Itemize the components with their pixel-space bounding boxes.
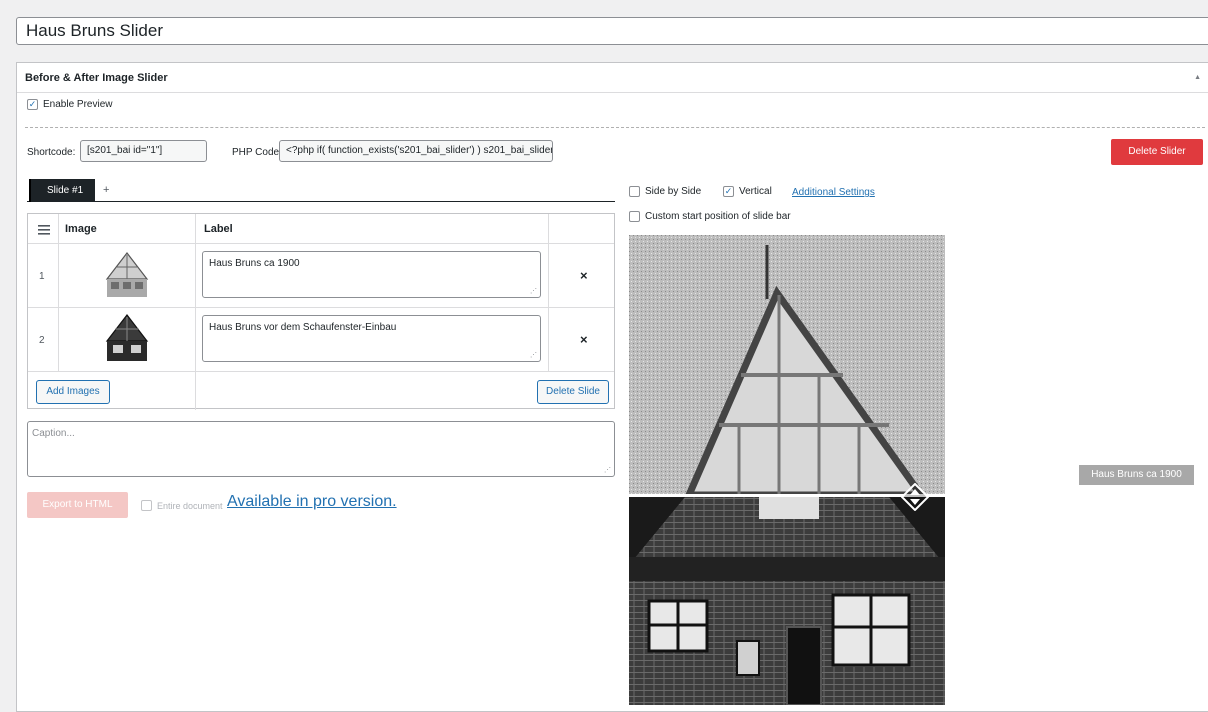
- custom-start-label: Custom start position of slide bar: [645, 211, 791, 222]
- enable-preview-label: Enable Preview: [43, 99, 113, 110]
- column-divider: [548, 214, 549, 371]
- custom-start-checkbox[interactable]: [629, 211, 640, 222]
- panel-title: Before & After Image Slider: [25, 72, 168, 84]
- resize-handle-icon[interactable]: ⋰: [530, 287, 537, 295]
- delete-slider-button[interactable]: Delete Slider: [1111, 139, 1203, 165]
- entire-document-option[interactable]: Entire document: [141, 500, 223, 511]
- column-header-label: Label: [204, 223, 233, 235]
- additional-settings-link[interactable]: Additional Settings: [792, 187, 875, 198]
- side-by-side-option[interactable]: Side by Side: [629, 186, 701, 197]
- enable-preview-row[interactable]: ✓ Enable Preview: [27, 99, 112, 110]
- panel-header[interactable]: Before & After Image Slider ▲: [17, 63, 1208, 93]
- vertical-checkbox[interactable]: ✓: [723, 186, 734, 197]
- slide-label-input-2[interactable]: Haus Bruns vor dem Schaufenster-Einbau ⋰: [202, 315, 541, 362]
- triangle-up-icon[interactable]: ▲: [1194, 63, 1201, 93]
- delete-slide-button[interactable]: Delete Slide: [537, 380, 609, 404]
- row-divider: [28, 243, 614, 244]
- slide-thumbnail-2[interactable]: [103, 313, 151, 361]
- hamburger-menu-icon: [38, 222, 50, 240]
- resize-handle-icon[interactable]: ⋰: [530, 351, 537, 359]
- row-divider: [28, 371, 614, 372]
- entire-document-label: Entire document: [157, 500, 223, 511]
- caption-placeholder: Caption...: [32, 428, 75, 439]
- slider-title-input[interactable]: Haus Bruns Slider: [16, 17, 1208, 45]
- row-number: 2: [39, 335, 45, 346]
- slides-table: Image Label 1 Haus Bruns ca 1900 ⋰ × 2 H…: [27, 213, 615, 410]
- column-divider: [58, 214, 59, 371]
- custom-start-option[interactable]: Custom start position of slide bar: [629, 211, 791, 222]
- slide-thumbnail-1[interactable]: [103, 249, 151, 297]
- caption-input[interactable]: Caption... ⋰: [27, 421, 615, 477]
- tab-slide-1[interactable]: Slide #1: [29, 179, 95, 202]
- php-code-field[interactable]: <?php if( function_exists('s201_bai_slid…: [279, 140, 553, 162]
- shortcode-field[interactable]: [s201_bai id="1"]: [80, 140, 207, 162]
- preview-slide-label: Haus Bruns ca 1900: [1079, 465, 1194, 485]
- side-by-side-checkbox[interactable]: [629, 186, 640, 197]
- dashed-divider: [25, 127, 1205, 128]
- entire-document-checkbox[interactable]: [141, 500, 152, 511]
- pro-version-link[interactable]: Available in pro version.: [227, 493, 397, 511]
- preview-photo: [629, 235, 945, 705]
- php-code-label: PHP Code:: [232, 147, 282, 158]
- slide-label-text: Haus Bruns vor dem Schaufenster-Einbau: [209, 322, 397, 333]
- remove-image-button-2[interactable]: ×: [580, 332, 588, 347]
- shortcode-label: Shortcode:: [27, 147, 76, 158]
- up-down-arrows-icon[interactable]: [900, 482, 930, 516]
- admin-sidebar-edge: [0, 0, 6, 702]
- slide-label-text: Haus Bruns ca 1900: [209, 258, 300, 269]
- enable-preview-checkbox[interactable]: ✓: [27, 99, 38, 110]
- export-html-button[interactable]: Export to HTML: [27, 492, 128, 518]
- add-images-button[interactable]: Add Images: [36, 380, 110, 404]
- before-after-preview[interactable]: [629, 235, 945, 705]
- row-divider: [28, 307, 614, 308]
- before-after-panel: Before & After Image Slider ▲ ✓ Enable P…: [16, 62, 1208, 712]
- vertical-option[interactable]: ✓ Vertical: [723, 186, 772, 197]
- add-slide-tab[interactable]: +: [103, 179, 109, 202]
- checkmark-icon: ✓: [28, 99, 37, 109]
- slide-tab-bar: Slide #1 +: [27, 179, 615, 202]
- remove-image-button-1[interactable]: ×: [580, 268, 588, 283]
- vertical-label: Vertical: [739, 186, 772, 197]
- row-number: 1: [39, 271, 45, 282]
- checkmark-icon: ✓: [724, 186, 733, 196]
- column-header-image: Image: [65, 223, 97, 235]
- slide-label-input-1[interactable]: Haus Bruns ca 1900 ⋰: [202, 251, 541, 298]
- resize-handle-icon[interactable]: ⋰: [604, 466, 611, 474]
- side-by-side-label: Side by Side: [645, 186, 702, 197]
